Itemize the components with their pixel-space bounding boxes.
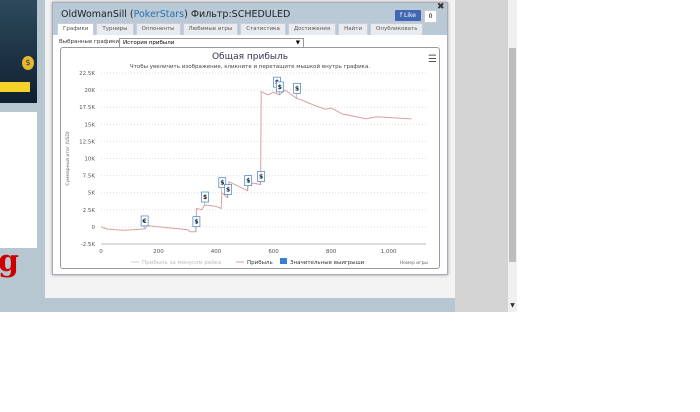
y-tick-label: 22.5K (79, 71, 95, 77)
chevron-down-icon: ▼ (295, 40, 300, 46)
flag-label: $ (226, 186, 230, 193)
tab-7[interactable]: Опубликовать (370, 23, 424, 35)
selector-value: История прибыли (123, 40, 175, 46)
ad-button[interactable] (0, 82, 30, 92)
profit-chart[interactable]: Общая прибыльЧтобы увеличить изображение… (61, 48, 439, 268)
coin-icon: $ (22, 56, 34, 70)
profit-line (100, 89, 412, 233)
y-tick-label: 7.5K (83, 174, 96, 180)
x-axis-label: Номер игры (400, 260, 429, 266)
x-tick-label: 1,000 (381, 249, 397, 255)
modal-title: OldWomanSill (PokerStars) Фильтр:SCHEDUL… (61, 9, 291, 20)
legend-flags: Значительные выигрыши (290, 260, 365, 266)
flag-label: $ (246, 178, 250, 185)
filter-label: Фильтр:SCHEDULED (190, 9, 291, 20)
flag-label: € (142, 218, 147, 225)
legend-flags-swatch (280, 258, 287, 264)
y-tick-label: 12.5K (79, 139, 95, 145)
y-tick-label: 0 (92, 225, 96, 231)
tab-4[interactable]: Статистика (240, 23, 286, 35)
tab-2[interactable]: Оппоненты (135, 23, 181, 35)
y-tick-label: 20K (84, 88, 95, 94)
tab-3[interactable]: Любимые игры (182, 23, 239, 35)
y-tick-label: 2.5K (83, 208, 96, 214)
scroll-down-icon[interactable]: ▼ (508, 302, 517, 309)
x-tick-label: 0 (99, 249, 103, 255)
chart-selector-label: Выбранные графики: (59, 39, 121, 45)
flag-label: $ (220, 180, 224, 187)
tab-1[interactable]: Турниры (96, 23, 134, 35)
player-name: OldWomanSill (61, 9, 127, 20)
y-tick-label: 15K (84, 122, 95, 128)
tab-0[interactable]: Графики (57, 23, 95, 35)
like-label: Like (404, 12, 416, 19)
tab-bar: Графики Турниры Оппоненты Любимые игры Стати… (57, 23, 424, 35)
x-tick-label: 600 (268, 249, 279, 255)
y-tick-label: 17.5K (79, 105, 95, 111)
flag-label: $ (259, 173, 263, 180)
chart-title: Общая прибыль (212, 52, 288, 62)
ad-banner[interactable]: $ (0, 0, 37, 103)
y-tick-label: 10K (84, 157, 95, 163)
scrollbar-thumb[interactable] (509, 48, 516, 262)
chart-subtitle: Чтобы увеличить изображение, кликните и … (130, 63, 370, 70)
chart-container[interactable]: ☰ Общая прибыль Чтобы увеличить изображен… (60, 47, 440, 269)
page-gutter (455, 0, 508, 312)
close-icon[interactable]: ✖ (437, 2, 445, 12)
x-tick-label: 400 (211, 249, 222, 255)
y-tick-label: -2.5K (81, 242, 96, 248)
like-count: 0 (424, 10, 437, 23)
x-tick-label: 800 (326, 249, 337, 255)
stats-modal: OldWomanSill (PokerStars) Фильтр:SCHEDUL… (52, 2, 448, 275)
y-tick-label: 5K (88, 191, 95, 197)
flag-label: $ (278, 84, 282, 91)
logo-letter: g (0, 244, 19, 279)
legend-profit: Прибыль (247, 260, 273, 266)
facebook-like-button[interactable]: f Like (395, 10, 421, 21)
y-axis-label: Суммарный итог (USD) (64, 131, 71, 186)
tab-6[interactable]: Найти (338, 23, 369, 35)
flag-label: $ (203, 194, 207, 201)
flag-label: $ (194, 219, 198, 226)
flag-label: $ (295, 85, 299, 92)
side-logo: g (0, 112, 37, 279)
x-tick-label: 200 (153, 249, 164, 255)
tab-5[interactable]: Достижения (287, 23, 337, 35)
legend-rake: Прибыль за минусом рейка (142, 259, 222, 266)
site-link[interactable]: PokerStars (134, 9, 185, 20)
